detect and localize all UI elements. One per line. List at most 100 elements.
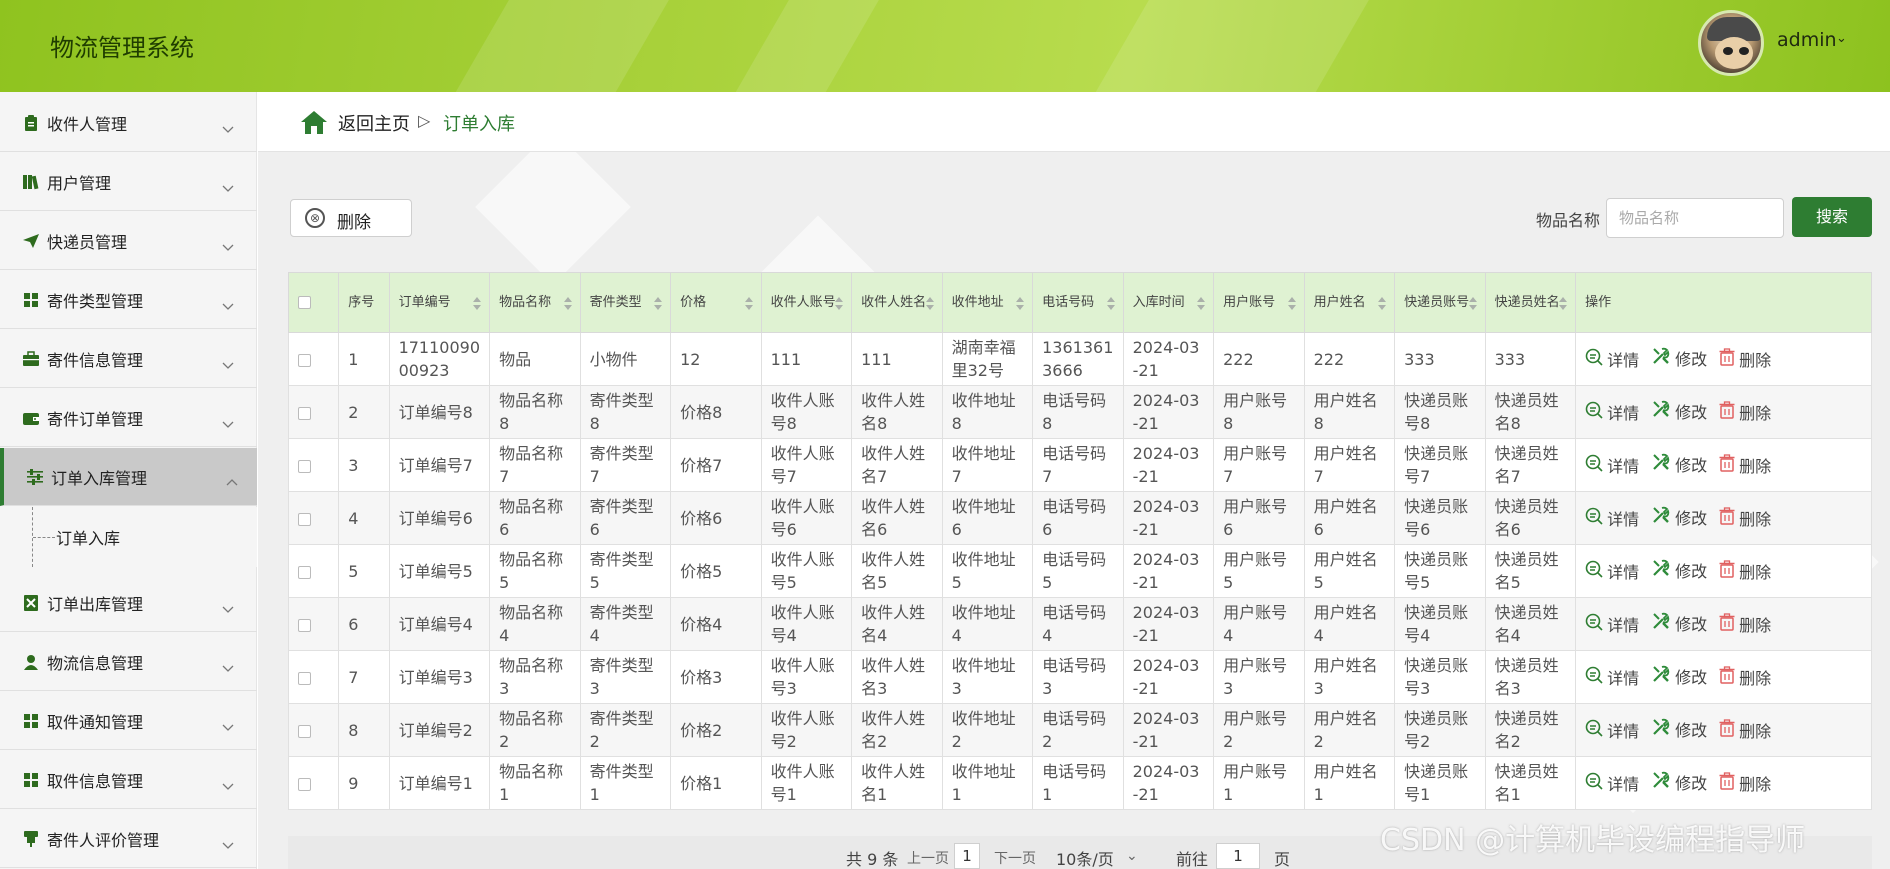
- delete-button[interactable]: 删除: [1719, 348, 1771, 372]
- sort-icon[interactable]: [835, 297, 844, 311]
- edit-button[interactable]: 修改: [1651, 717, 1707, 743]
- sort-icon[interactable]: [1468, 297, 1477, 311]
- detail-button[interactable]: 详情: [1585, 719, 1639, 743]
- current-page[interactable]: 1: [954, 843, 980, 869]
- detail-button[interactable]: 详情: [1585, 454, 1639, 478]
- batch-delete-button[interactable]: ⊗ 删除: [290, 199, 412, 237]
- row-checkbox[interactable]: [298, 353, 311, 367]
- detail-button[interactable]: 详情: [1585, 666, 1639, 690]
- row-checkbox[interactable]: [298, 777, 311, 791]
- goto-page-input[interactable]: 1: [1216, 843, 1260, 869]
- sidebar-item-12[interactable]: 寄件人评价管理: [0, 810, 257, 868]
- sidebar-item-6[interactable]: 寄件订单管理: [0, 389, 257, 447]
- sidebar-item-8[interactable]: 订单出库管理: [0, 574, 257, 632]
- column-header[interactable]: 快递员账号: [1394, 272, 1486, 333]
- sort-icon[interactable]: [744, 297, 753, 311]
- delete-button[interactable]: 删除: [1719, 666, 1771, 690]
- delete-button[interactable]: 删除: [1719, 613, 1771, 637]
- table-cell: 6: [338, 597, 390, 651]
- edit-button[interactable]: 修改: [1651, 611, 1707, 637]
- delete-button[interactable]: 删除: [1719, 507, 1771, 531]
- home-icon[interactable]: [300, 109, 328, 135]
- page-size-select[interactable]: 10条/页: [1056, 846, 1114, 869]
- edit-button[interactable]: 修改: [1651, 346, 1707, 372]
- column-header[interactable]: 用户账号: [1213, 272, 1305, 333]
- column-header-label: 快递员账号: [1404, 295, 1470, 310]
- sidebar-item-4[interactable]: 寄件类型管理: [0, 271, 257, 329]
- edit-button[interactable]: 修改: [1651, 558, 1707, 584]
- delete-button[interactable]: 删除: [1719, 719, 1771, 743]
- sidebar-item-2[interactable]: 用户管理: [0, 153, 257, 211]
- sort-icon[interactable]: [1197, 297, 1206, 311]
- column-header[interactable]: 收件人姓名: [851, 272, 943, 333]
- sidebar-item-9[interactable]: 物流信息管理: [0, 633, 257, 691]
- column-header[interactable]: 价格: [670, 272, 762, 333]
- sort-icon[interactable]: [563, 297, 572, 311]
- row-checkbox[interactable]: [298, 406, 311, 420]
- search-input[interactable]: [1606, 198, 1784, 238]
- table-cell: 物品名称8: [489, 385, 581, 439]
- sidebar-item-3[interactable]: 快递员管理: [0, 212, 257, 270]
- column-header[interactable]: 收件人账号: [760, 272, 853, 333]
- delete-button[interactable]: 删除: [1719, 454, 1771, 478]
- row-checkbox[interactable]: [298, 459, 311, 473]
- table-cell: 寄件类型1: [579, 756, 672, 810]
- column-header[interactable]: 订单编号: [388, 272, 491, 333]
- avatar[interactable]: [1698, 10, 1764, 76]
- next-page-button[interactable]: 下一页: [994, 848, 1036, 868]
- column-header[interactable]: 入库时间: [1122, 272, 1215, 333]
- table-cell: 2024-03-21: [1122, 438, 1215, 492]
- sort-icon[interactable]: [654, 297, 663, 311]
- edit-button[interactable]: 修改: [1651, 399, 1707, 425]
- sort-icon[interactable]: [1016, 297, 1025, 311]
- row-checkbox[interactable]: [298, 671, 311, 685]
- chevron-down-icon[interactable]: ⌄: [1836, 31, 1847, 46]
- delete-button[interactable]: 删除: [1719, 401, 1771, 425]
- select-all-checkbox[interactable]: [298, 296, 311, 309]
- sort-icon[interactable]: [925, 297, 934, 311]
- detail-button[interactable]: 详情: [1585, 507, 1639, 531]
- sidebar-item-10[interactable]: 取件通知管理: [0, 692, 257, 750]
- sidebar-item-5[interactable]: 寄件信息管理: [0, 330, 257, 388]
- edit-button[interactable]: 修改: [1651, 664, 1707, 690]
- column-header[interactable]: 电话号码: [1032, 272, 1124, 333]
- detail-button[interactable]: 详情: [1585, 772, 1639, 796]
- column-header[interactable]: 用户姓名: [1303, 272, 1396, 333]
- column-header[interactable]: 收件地址: [941, 272, 1034, 333]
- delete-button[interactable]: 删除: [1719, 772, 1771, 796]
- row-checkbox[interactable]: [298, 565, 311, 579]
- prev-page-button[interactable]: 上一页: [907, 848, 949, 868]
- row-checkbox[interactable]: [298, 618, 311, 632]
- sort-icon[interactable]: [1559, 297, 1568, 311]
- delete-button[interactable]: 删除: [1719, 560, 1771, 584]
- row-checkbox[interactable]: [298, 724, 311, 738]
- sort-icon[interactable]: [1378, 297, 1387, 311]
- detail-button[interactable]: 详情: [1585, 613, 1639, 637]
- table-cell: 小物件: [579, 332, 672, 386]
- edit-button[interactable]: 修改: [1651, 770, 1707, 796]
- table-cell: 收件人姓名5: [851, 544, 943, 598]
- table-cell: 寄件类型7: [579, 438, 672, 492]
- chevron-down-icon[interactable]: ⌄: [1126, 848, 1138, 864]
- column-header[interactable]: 快递员姓名: [1484, 272, 1577, 333]
- detail-button[interactable]: 详情: [1585, 348, 1639, 372]
- edit-button[interactable]: 修改: [1651, 505, 1707, 531]
- user-name[interactable]: admin: [1777, 29, 1837, 51]
- column-header[interactable]: 物品名称: [489, 272, 581, 333]
- sidebar-subitem-order-inbound[interactable]: 订单入库: [0, 507, 257, 567]
- sidebar-item-7[interactable]: 订单入库管理: [0, 448, 257, 506]
- detail-button[interactable]: 详情: [1585, 560, 1639, 584]
- column-header[interactable]: 寄件类型: [579, 272, 672, 333]
- edit-button[interactable]: 修改: [1651, 452, 1707, 478]
- sort-icon[interactable]: [1287, 297, 1296, 311]
- sidebar-item-11[interactable]: 取件信息管理: [0, 751, 257, 809]
- sidebar-item-1[interactable]: 收件人管理: [0, 94, 257, 152]
- table-cell: 收件地址3: [941, 650, 1034, 704]
- row-checkbox[interactable]: [298, 512, 311, 526]
- sort-icon[interactable]: [1106, 297, 1115, 311]
- search-button[interactable]: 搜索: [1792, 197, 1872, 237]
- breadcrumb-home[interactable]: 返回主页: [338, 110, 410, 136]
- detail-label: 详情: [1607, 721, 1640, 741]
- detail-button[interactable]: 详情: [1585, 401, 1639, 425]
- sort-icon[interactable]: [473, 297, 482, 311]
